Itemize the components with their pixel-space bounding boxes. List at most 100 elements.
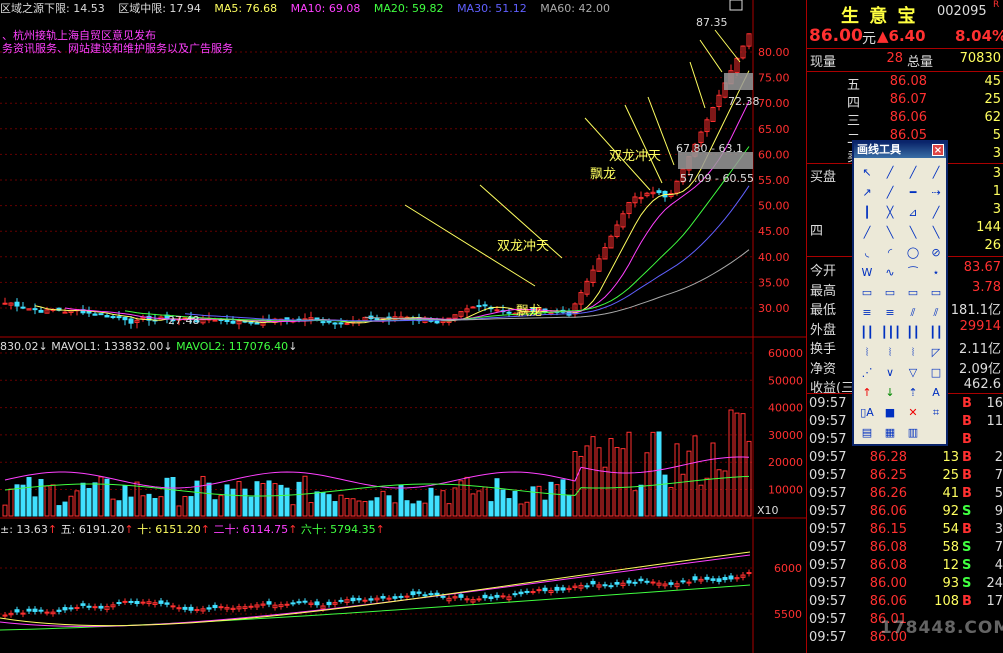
draw-tool-icon[interactable]: ╲: [904, 224, 922, 242]
volume-axis-label: 30000: [768, 429, 803, 442]
draw-tool-icon[interactable]: ▭: [927, 284, 945, 302]
draw-tool-icon[interactable]: ⦚: [858, 344, 876, 362]
draw-tool-icon[interactable]: ⌗: [927, 404, 945, 422]
draw-tool-icon[interactable]: ⫽: [904, 304, 922, 322]
tick-time: 09:57: [809, 468, 847, 483]
ma5-label: MA5: 76.68: [214, 2, 278, 15]
draw-tool-icon[interactable]: ╳: [881, 204, 899, 222]
tick-row: 09:57 86.00 93 S 24: [807, 576, 1003, 594]
draw-tool-icon[interactable]: ⋆: [927, 264, 945, 282]
mavol-line: [4, 456, 750, 489]
volume-bar: [632, 490, 638, 517]
draw-tool-icon[interactable]: ▦: [881, 424, 899, 442]
draw-tool-icon[interactable]: ≡: [881, 304, 899, 322]
volume-bar: [296, 481, 302, 517]
draw-tool-icon[interactable]: ◯: [904, 244, 922, 262]
index-body: [62, 607, 68, 611]
candle-body: [212, 319, 218, 322]
draw-tool-icon[interactable]: ╲: [881, 224, 899, 242]
draw-tool-icon[interactable]: ⋰: [858, 364, 876, 382]
tick-volume: 58: [942, 540, 959, 555]
draw-tool-icon[interactable]: ┃┃: [904, 324, 922, 342]
draw-tool-icon[interactable]: ⊿: [904, 204, 922, 222]
draw-tool-icon[interactable]: ◸: [927, 344, 945, 362]
index-body: [326, 601, 332, 606]
tick-side: S: [962, 540, 972, 555]
draw-tool-icon[interactable]: ✕: [904, 404, 922, 422]
draw-tool-icon[interactable]: ↗: [858, 184, 876, 202]
close-button[interactable]: ×: [932, 144, 944, 156]
index-body: [128, 600, 134, 603]
draw-tool-icon[interactable]: ╱: [904, 164, 922, 182]
draw-tool-icon[interactable]: ╱: [927, 164, 945, 182]
volume-bar: [398, 484, 404, 517]
draw-tool-icon[interactable]: ▭: [904, 284, 922, 302]
draw-tool-icon[interactable]: ↑: [858, 384, 876, 402]
volume-bar: [470, 493, 476, 517]
volume-bar: [506, 498, 512, 517]
draw-tool-icon[interactable]: ▯A: [858, 404, 876, 422]
candle-body: [104, 315, 110, 318]
volume-bars: [2, 409, 752, 517]
draw-tool-icon[interactable]: ⇡: [904, 384, 922, 402]
draw-tool-icon[interactable]: ⫽: [927, 304, 945, 322]
index-body: [686, 581, 692, 584]
kline-chart-area[interactable]: 80.00 75.00 70.00 65.00 60.00 55.00 50.00 45.00…: [0, 0, 806, 653]
draw-tool-icon[interactable]: □: [927, 364, 945, 382]
draw-tool-icon[interactable]: ┃┃: [927, 324, 945, 342]
draw-tool-icon[interactable]: ┃┃: [858, 324, 876, 342]
volume-bar: [536, 485, 542, 517]
volume-bar: [458, 480, 464, 517]
draw-tool-icon[interactable]: ∿: [881, 264, 899, 282]
volume-bar: [206, 482, 212, 517]
draw-tool-icon[interactable]: ╱: [927, 204, 945, 222]
index-body: [116, 602, 122, 605]
draw-tool-icon[interactable]: W: [858, 264, 876, 282]
draw-tool-icon[interactable]: ▭: [858, 284, 876, 302]
index-body: [428, 593, 434, 596]
candle-body: [482, 304, 488, 307]
draw-tool-icon[interactable]: ↖: [858, 164, 876, 182]
draw-tool-icon[interactable]: ▭: [881, 284, 899, 302]
draw-tool-icon[interactable]: ∨: [881, 364, 899, 382]
draw-tool-icon[interactable]: ◟: [858, 244, 876, 262]
draw-tool-icon[interactable]: ⁀: [904, 264, 922, 282]
tick-row: 09:57 86.08 12 S 4: [807, 558, 1003, 576]
tool-title-bar[interactable]: 画线工具 ×: [854, 142, 946, 158]
draw-tool-icon[interactable]: ┃┃┃: [881, 324, 901, 342]
draw-tool-icon[interactable]: ╱: [881, 184, 899, 202]
index-body: [32, 608, 38, 612]
draw-tool-icon[interactable]: ▽: [904, 364, 922, 382]
draw-tool-icon[interactable]: ≡: [858, 304, 876, 322]
draw-tool-icon[interactable]: ╱: [858, 224, 876, 242]
draw-tool-icon[interactable]: ▤: [858, 424, 876, 442]
bid-level: 买盘: [810, 170, 837, 185]
draw-tool-icon[interactable]: ╱: [881, 164, 899, 182]
draw-tool-icon[interactable]: ⊘: [927, 244, 945, 262]
volume-bar: [128, 496, 134, 517]
draw-tool-icon[interactable]: ⦚: [881, 344, 899, 362]
draw-tool-icon[interactable]: ┃: [858, 204, 876, 222]
draw-tool-icon[interactable]: ━: [904, 184, 922, 202]
draw-tool-icon[interactable]: ⦚: [904, 344, 922, 362]
ma20-label: MA20: 59.82: [373, 2, 444, 15]
tick-price: 86.25: [869, 468, 907, 483]
draw-tool-icon[interactable]: ⇢: [927, 184, 945, 202]
draw-tool-icon[interactable]: ↓: [881, 384, 899, 402]
draw-tool-icon[interactable]: ◜: [881, 244, 899, 262]
tick-side: B: [962, 414, 972, 429]
volume-bar: [338, 494, 344, 517]
volume-bar: [302, 475, 308, 517]
tick-count: 5: [994, 486, 1003, 501]
draw-tool-icon[interactable]: ■: [881, 404, 899, 422]
drawing-tool-window[interactable]: 画线工具 × ↖ ╱ ╱ ╱ ↗ ╱ ━ ⇢ ┃ ╳ ⊿ ╱ ╱ ╲ ╲ ╲ ◟ ◜ ◯ ⊘ W ∿ ⁀ ⋆ ▭ ▭ ▭ ▭ ≡ ≡ ⫽ ⫽ ┃…: [852, 140, 948, 446]
volume-bar: [290, 504, 296, 517]
draw-tool-icon[interactable]: ▥: [904, 424, 922, 442]
volume-bar: [230, 488, 236, 517]
draw-tool-icon[interactable]: A: [927, 384, 945, 402]
draw-tool-icon[interactable]: [927, 424, 945, 442]
tick-volume: 12: [942, 558, 959, 573]
volume-bar: [578, 455, 584, 517]
volume-bar: [626, 431, 632, 517]
draw-tool-icon[interactable]: ╲: [927, 224, 945, 242]
